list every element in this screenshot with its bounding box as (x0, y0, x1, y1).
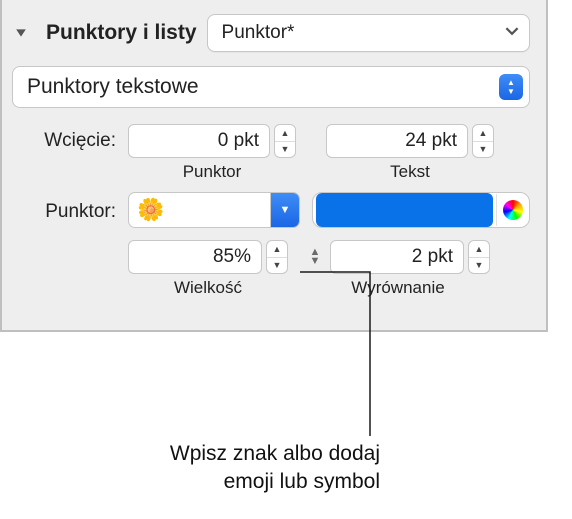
disclosure-triangle-icon[interactable] (12, 24, 30, 42)
bullet-size-stepper[interactable]: ▲ ▼ (266, 240, 288, 274)
bullet-indent-caption: Punktor (183, 162, 242, 182)
stepper-up-icon[interactable]: ▲ (473, 125, 493, 142)
size-align-row: 85% ▲ ▼ Wielkość ▲▼ 2 pkt ▲ ▼ (12, 240, 530, 298)
text-indent-group: 24 pkt ▲ ▼ Tekst (326, 124, 494, 182)
bullet-type-label: Punktory tekstowe (27, 75, 199, 99)
vertical-align-icon: ▲▼ (306, 248, 324, 266)
callout-line-2: emoji lub symbol (80, 468, 380, 496)
stepper-down-icon[interactable]: ▼ (275, 142, 295, 158)
indent-label: Wcięcie: (12, 124, 116, 152)
color-wheel-icon (503, 200, 523, 220)
bullet-character-popup[interactable]: 🌼 ▼ (128, 192, 300, 228)
spacer-label (12, 240, 116, 246)
bullet-align-caption: Wyrównanie (351, 278, 444, 298)
color-swatch[interactable] (316, 193, 493, 227)
bullet-character-row: Punktor: 🌼 ▼ (12, 192, 530, 228)
text-indent-input[interactable]: 24 pkt (326, 124, 468, 158)
text-indent-caption: Tekst (390, 162, 430, 182)
bullets-lists-panel: Punktory i listy Punktor* Punktory tekst… (0, 0, 548, 332)
bullet-type-popup[interactable]: Punktory tekstowe ▲▼ (12, 66, 530, 108)
bullet-size-caption: Wielkość (174, 278, 242, 298)
callout-text: Wpisz znak albo dodaj emoji lub symbol (80, 440, 380, 496)
color-wheel-button[interactable] (496, 194, 529, 226)
preset-label: Punktor* (222, 22, 295, 44)
bullet-size-group: 85% ▲ ▼ Wielkość (128, 240, 288, 298)
stepper-down-icon[interactable]: ▼ (267, 258, 287, 274)
bullet-align-group: ▲▼ 2 pkt ▲ ▼ Wyrównanie (306, 240, 490, 298)
popup-arrows-icon: ▲▼ (499, 74, 523, 100)
indent-row: Wcięcie: 0 pkt ▲ ▼ Punktor 24 pkt ▲ ▼ (12, 124, 530, 182)
bullet-indent-stepper[interactable]: ▲ ▼ (274, 124, 296, 158)
chevron-down-icon (505, 22, 519, 44)
bullet-glyph: 🌼 (129, 197, 270, 223)
stepper-up-icon[interactable]: ▲ (469, 241, 489, 258)
stepper-down-icon[interactable]: ▼ (469, 258, 489, 274)
stepper-up-icon[interactable]: ▲ (267, 241, 287, 258)
stepper-up-icon[interactable]: ▲ (275, 125, 295, 142)
bullet-char-label: Punktor: (12, 197, 116, 223)
bullet-color-well[interactable] (312, 192, 530, 228)
section-header: Punktory i listy Punktor* (12, 14, 530, 52)
bullet-indent-group: 0 pkt ▲ ▼ Punktor (128, 124, 296, 182)
bullet-align-input[interactable]: 2 pkt (330, 240, 464, 274)
bullet-indent-input[interactable]: 0 pkt (128, 124, 270, 158)
bullet-size-input[interactable]: 85% (128, 240, 262, 274)
callout-line-1: Wpisz znak albo dodaj (80, 440, 380, 468)
section-title: Punktory i listy (46, 21, 197, 45)
stepper-down-icon[interactable]: ▼ (473, 142, 493, 158)
list-style-preset-popup[interactable]: Punktor* (207, 14, 530, 52)
bullet-align-stepper[interactable]: ▲ ▼ (468, 240, 490, 274)
chevron-down-icon: ▼ (270, 193, 299, 227)
text-indent-stepper[interactable]: ▲ ▼ (472, 124, 494, 158)
